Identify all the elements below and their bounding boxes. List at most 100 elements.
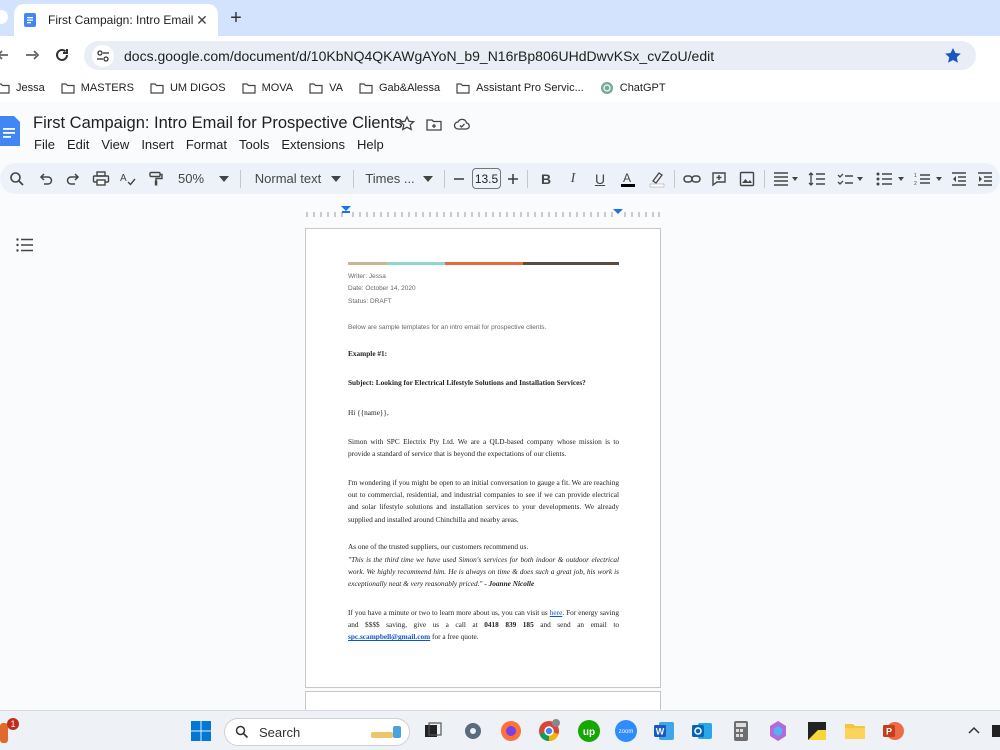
insert-image-icon[interactable] (738, 169, 756, 188)
svg-text:P: P (886, 727, 892, 737)
settings-icon[interactable] (461, 719, 485, 743)
folder-icon (359, 83, 373, 94)
website-link[interactable]: here (550, 608, 563, 617)
outlook-icon[interactable] (690, 719, 714, 743)
browser-tab[interactable]: First Campaign: Intro Email for Prospect… (14, 4, 218, 36)
move-to-folder-icon[interactable] (425, 115, 443, 133)
undo-icon[interactable] (37, 169, 55, 188)
highlight-color-icon[interactable] (648, 169, 666, 188)
paragraph-style-value[interactable]: Normal text (252, 169, 324, 188)
notification-icon[interactable]: 1 (0, 717, 20, 745)
back-arrow-icon[interactable] (0, 45, 14, 65)
bookmark-va[interactable]: VA (309, 82, 343, 94)
insert-link-icon[interactable] (683, 169, 701, 188)
menu-bar: File Edit View Insert Format Tools Exten… (34, 137, 396, 152)
network-icon[interactable] (990, 721, 1000, 741)
text-color-icon[interactable]: A (619, 169, 637, 188)
checklist-icon[interactable] (836, 169, 866, 188)
print-icon[interactable] (91, 169, 111, 188)
intro-line: Below are sample templates for an intro … (348, 324, 547, 331)
windows-start-icon[interactable] (189, 719, 213, 743)
italic-icon[interactable]: I (565, 169, 581, 188)
style-dropdown-icon[interactable] (329, 169, 343, 188)
document-title[interactable]: First Campaign: Intro Email for Prospect… (33, 114, 403, 133)
menu-file[interactable]: File (34, 137, 55, 152)
decrease-font-size-icon[interactable] (452, 169, 466, 188)
reload-icon[interactable] (52, 45, 72, 65)
firefox-icon[interactable] (499, 719, 523, 743)
menu-tools[interactable]: Tools (239, 137, 269, 152)
spellcheck-icon[interactable]: A (119, 169, 137, 188)
search-icon (235, 725, 249, 739)
calculator-icon[interactable] (729, 719, 753, 743)
powerpoint-icon[interactable]: P (881, 719, 905, 743)
decrease-indent-icon[interactable] (950, 169, 968, 188)
browser-address-row: docs.google.com/document/d/10KbNQ4QKAWgA… (0, 36, 1000, 99)
line-spacing-icon[interactable] (808, 169, 826, 188)
word-icon[interactable]: W (652, 719, 676, 743)
bold-icon[interactable]: B (538, 169, 554, 188)
increase-font-size-icon[interactable] (506, 169, 520, 188)
chrome-icon[interactable] (537, 719, 561, 743)
bookmark-masters[interactable]: MASTERS (61, 82, 134, 94)
bookmark-um-digos[interactable]: UM DIGOS (150, 82, 226, 94)
bulleted-list-icon[interactable] (874, 169, 908, 188)
menu-view[interactable]: View (101, 137, 129, 152)
font-dropdown-icon[interactable] (421, 169, 435, 188)
new-tab-button[interactable]: + (226, 8, 246, 28)
task-view-icon[interactable] (421, 719, 445, 743)
folder-icon (150, 83, 164, 94)
taskbar-search[interactable]: Search (224, 718, 410, 746)
docs-header: First Campaign: Intro Email for Prospect… (0, 102, 1000, 160)
close-tab-icon[interactable]: ✕ (194, 12, 210, 28)
tab-title: First Campaign: Intro Email for Prospect… (48, 13, 194, 27)
file-explorer-icon[interactable] (843, 719, 867, 743)
horizontal-ruler[interactable] (305, 205, 660, 217)
toolbar-separator (353, 170, 354, 188)
bookmark-star-icon[interactable] (942, 45, 964, 67)
menu-insert[interactable]: Insert (141, 137, 174, 152)
underline-icon[interactable]: U (592, 169, 608, 188)
font-family-value[interactable]: Times ... (365, 169, 415, 188)
site-settings-icon[interactable] (92, 44, 114, 67)
forward-arrow-icon[interactable] (22, 45, 42, 65)
docs-home-icon[interactable] (0, 116, 20, 146)
bookmark-assistant-pro[interactable]: Assistant Pro Servic... (456, 82, 584, 94)
bookmark-mova[interactable]: MOVA (241, 82, 293, 94)
cloud-saved-icon[interactable] (453, 115, 471, 133)
testimonial-quote: "This is the third time we have used Sim… (348, 555, 619, 589)
redo-icon[interactable] (64, 169, 82, 188)
paint-format-icon[interactable] (147, 169, 165, 188)
menu-help[interactable]: Help (357, 137, 384, 152)
bookmark-gab-alessa[interactable]: Gab&Alessa (359, 82, 440, 94)
increase-indent-icon[interactable] (976, 169, 994, 188)
bookmark-jessa[interactable]: Jessa (0, 82, 45, 94)
add-comment-icon[interactable] (710, 169, 728, 188)
address-bar[interactable]: docs.google.com/document/d/10KbNQ4QKAWgA… (84, 41, 976, 70)
paragraph-2: I'm wondering if you might be open to an… (348, 478, 619, 524)
numbered-list-icon[interactable]: 12 (912, 169, 946, 188)
search-placeholder: Search (259, 724, 301, 740)
document-page[interactable]: Writer: Jessa Date: October 14, 2020 Sta… (305, 228, 661, 688)
sticky-notes-icon[interactable] (805, 719, 829, 743)
zoom-value[interactable]: 50% (176, 169, 206, 188)
toolbar-separator (240, 170, 241, 188)
toolbar-separator (444, 170, 445, 188)
document-outline-icon[interactable] (16, 238, 34, 252)
menu-edit[interactable]: Edit (67, 137, 89, 152)
tab-strip-edge (0, 10, 8, 24)
bookmark-chatgpt[interactable]: ChatGPT (600, 81, 666, 95)
zoom-icon[interactable]: zoom (614, 719, 638, 743)
menu-extensions[interactable]: Extensions (281, 137, 345, 152)
zoom-dropdown-icon[interactable] (217, 169, 231, 188)
copilot-icon[interactable] (766, 719, 790, 743)
menu-format[interactable]: Format (186, 137, 227, 152)
search-menus-icon[interactable] (8, 169, 26, 188)
font-size-input[interactable]: 13.5 (472, 168, 501, 189)
show-hidden-icons-chevron-icon[interactable] (966, 723, 982, 739)
star-icon[interactable] (398, 115, 416, 133)
align-icon[interactable] (772, 169, 800, 188)
formatting-toolbar: A 50% Normal text Times ... 13.5 B I U A (0, 163, 1000, 194)
email-link[interactable]: spc.scampbell@gmail.com (348, 632, 430, 641)
upwork-icon[interactable]: up (577, 719, 601, 743)
